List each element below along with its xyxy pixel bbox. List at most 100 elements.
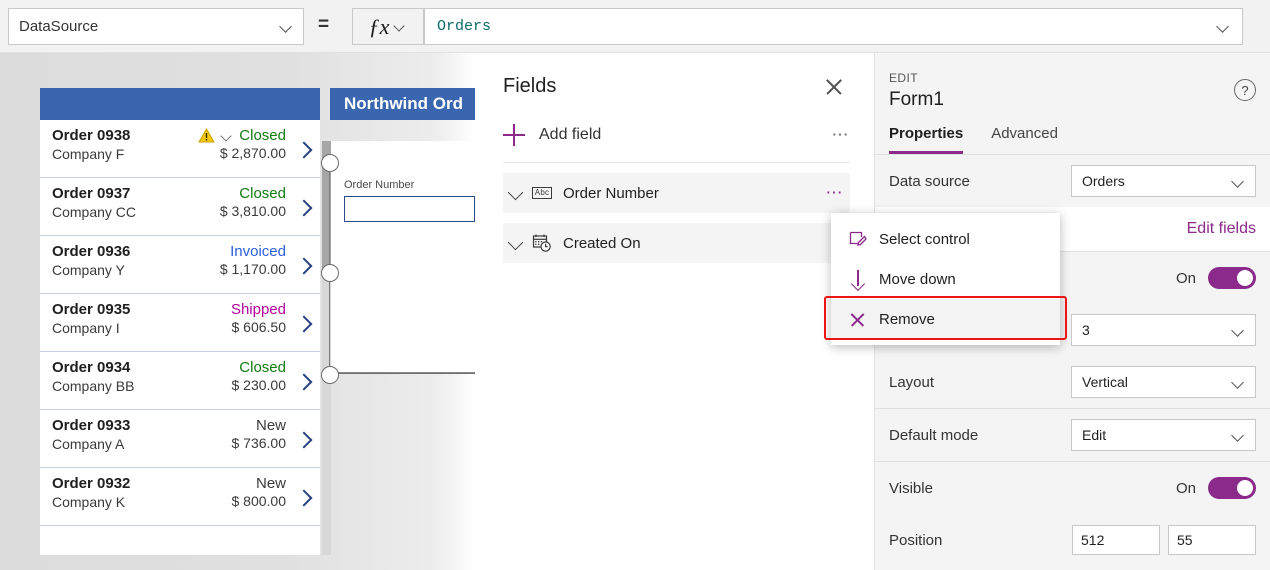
- gallery-item-title: Order 0935: [52, 301, 131, 318]
- gallery-item-status: New: [255, 417, 286, 434]
- gallery-control[interactable]: Order 0938 Closed Company F $ 2,870.00 Order…: [40, 88, 320, 555]
- selection-handle-bottom[interactable]: [321, 366, 339, 384]
- chevron-right-icon[interactable]: [296, 431, 312, 447]
- chevron-right-icon[interactable]: [296, 257, 312, 273]
- close-icon[interactable]: [824, 77, 844, 97]
- fx-button[interactable]: ƒx: [352, 8, 424, 45]
- gallery-item[interactable]: Order 0934 Closed Company BB $ 230.00: [40, 352, 320, 410]
- gallery-item-amount: $ 3,810.00: [219, 203, 286, 219]
- form-control[interactable]: [330, 141, 475, 373]
- equals-sign: =: [318, 14, 330, 35]
- select-control-icon: [849, 230, 879, 248]
- menu-item-select-control[interactable]: Select control: [831, 219, 1060, 259]
- gallery-item[interactable]: Order 0938 Closed Company F $ 2,870.00: [40, 120, 320, 178]
- gallery-item-amount: $ 736.00: [231, 435, 287, 451]
- menu-item-remove[interactable]: Remove: [831, 299, 1060, 339]
- chevron-down-icon[interactable]: [1217, 20, 1230, 33]
- formula-input[interactable]: Orders: [424, 8, 1243, 45]
- edit-kicker-label: EDIT: [889, 71, 918, 85]
- add-field-overflow-icon[interactable]: ⋯: [832, 125, 851, 145]
- chevron-down-icon: [1232, 376, 1245, 389]
- chevron-down-icon: [280, 20, 293, 33]
- properties-tabs: Properties Advanced: [875, 111, 1270, 155]
- visible-toggle[interactable]: [1208, 477, 1256, 499]
- default-mode-value: Edit: [1082, 427, 1107, 443]
- fields-panel-title: Fields: [503, 75, 557, 97]
- menu-item-move-down[interactable]: Move down: [831, 259, 1060, 299]
- add-field-button[interactable]: Add field ⋯: [503, 124, 850, 163]
- formula-bar: DataSource = ƒx Orders: [0, 0, 1270, 53]
- chevron-right-icon[interactable]: [296, 489, 312, 505]
- chevron-down-icon: [1232, 324, 1245, 337]
- gallery-item[interactable]: Order 0933 New Company A $ 736.00: [40, 410, 320, 468]
- gallery-item-amount: $ 230.00: [231, 377, 287, 393]
- visible-toggle-group: On: [1176, 477, 1256, 499]
- layout-dropdown[interactable]: Vertical: [1071, 366, 1256, 398]
- tab-advanced[interactable]: Advanced: [991, 125, 1058, 154]
- field-overflow-icon[interactable]: ⋯: [826, 183, 845, 203]
- gallery-item[interactable]: Order 0937 Closed Company CC $ 3,810.00: [40, 178, 320, 236]
- gallery-item-company: Company A: [52, 436, 125, 452]
- position-inputs: 512 55: [1072, 525, 1256, 555]
- snap-toggle-group: On: [1176, 267, 1256, 289]
- row-visible: Visible On: [875, 462, 1270, 514]
- row-data-source: Data source Orders: [875, 155, 1270, 207]
- gallery-item-amount: $ 1,170.00: [219, 261, 286, 277]
- default-mode-dropdown[interactable]: Edit: [1071, 419, 1256, 451]
- edit-fields-link[interactable]: Edit fields: [1187, 220, 1256, 238]
- field-row[interactable]: Abc Order Number ⋯: [503, 173, 850, 213]
- close-x-icon: [849, 311, 879, 328]
- chevron-right-icon[interactable]: [296, 141, 312, 157]
- chevron-down-icon[interactable]: [505, 231, 529, 255]
- gallery-item-status: Closed: [239, 359, 286, 376]
- position-y-input[interactable]: 55: [1168, 525, 1256, 555]
- gallery-item[interactable]: Order 0936 Invoiced Company Y $ 1,170.00: [40, 236, 320, 294]
- chevron-down-icon[interactable]: [221, 130, 233, 142]
- gallery-item[interactable]: Order 0935 Shipped Company I $ 606.50: [40, 294, 320, 352]
- position-x-input[interactable]: 512: [1072, 525, 1160, 555]
- toggle-knob: [1237, 480, 1253, 496]
- arrow-down-icon: [849, 270, 879, 288]
- selection-handle-top[interactable]: [321, 154, 339, 172]
- gallery-item-title: Order 0937: [52, 185, 131, 202]
- visible-label: Visible: [889, 479, 933, 497]
- row-layout: Layout Vertical: [875, 356, 1270, 408]
- app-canvas: Order 0938 Closed Company F $ 2,870.00 Order…: [0, 53, 475, 570]
- fx-icon: ƒx: [368, 13, 390, 39]
- gallery-item-company: Company K: [52, 494, 126, 510]
- visible-toggle-state: On: [1175, 479, 1196, 497]
- gallery-item-status: Closed: [239, 185, 286, 202]
- help-icon[interactable]: ?: [1234, 79, 1256, 101]
- field-row[interactable]: Created On: [503, 223, 850, 263]
- gallery-item-amount: $ 606.50: [231, 319, 287, 335]
- gallery-item[interactable]: Order 0932 New Company K $ 800.00: [40, 468, 320, 526]
- fields-panel-header: Fields: [475, 53, 874, 98]
- properties-panel-header: EDIT Form1 ?: [875, 53, 1270, 111]
- chevron-right-icon[interactable]: [296, 199, 312, 215]
- chevron-right-icon[interactable]: [296, 373, 312, 389]
- data-source-dropdown[interactable]: Orders: [1071, 165, 1256, 197]
- gallery-item-status: New: [255, 475, 286, 492]
- chevron-right-icon[interactable]: [296, 315, 312, 331]
- date-time-icon: [532, 234, 551, 252]
- gallery-item-title: Order 0936: [52, 243, 131, 260]
- default-mode-label: Default mode: [889, 426, 979, 444]
- form-field-input[interactable]: [344, 196, 475, 222]
- tab-properties[interactable]: Properties: [889, 125, 964, 154]
- gallery-header-band: [40, 88, 320, 120]
- chevron-down-icon[interactable]: [505, 181, 529, 205]
- gallery-item-status: Shipped: [230, 301, 286, 318]
- warning-icon: [198, 128, 216, 143]
- field-context-menu: Select control Move down Remove: [831, 213, 1060, 345]
- columns-dropdown[interactable]: 3: [1071, 314, 1256, 346]
- menu-item-label: Move down: [879, 270, 956, 288]
- toggle-knob: [1237, 270, 1253, 286]
- snap-to-columns-toggle[interactable]: [1208, 267, 1256, 289]
- gallery-item-title: Order 0933: [52, 417, 131, 434]
- layout-label: Layout: [889, 373, 935, 391]
- property-selector-dropdown[interactable]: DataSource: [8, 8, 304, 45]
- selection-handle-middle[interactable]: [321, 264, 339, 282]
- fields-panel: Fields Add field ⋯ Abc Order Number ⋯ Creat…: [475, 53, 875, 570]
- data-source-value: Orders: [1082, 173, 1125, 189]
- form-field-label: Order Number: [344, 179, 415, 191]
